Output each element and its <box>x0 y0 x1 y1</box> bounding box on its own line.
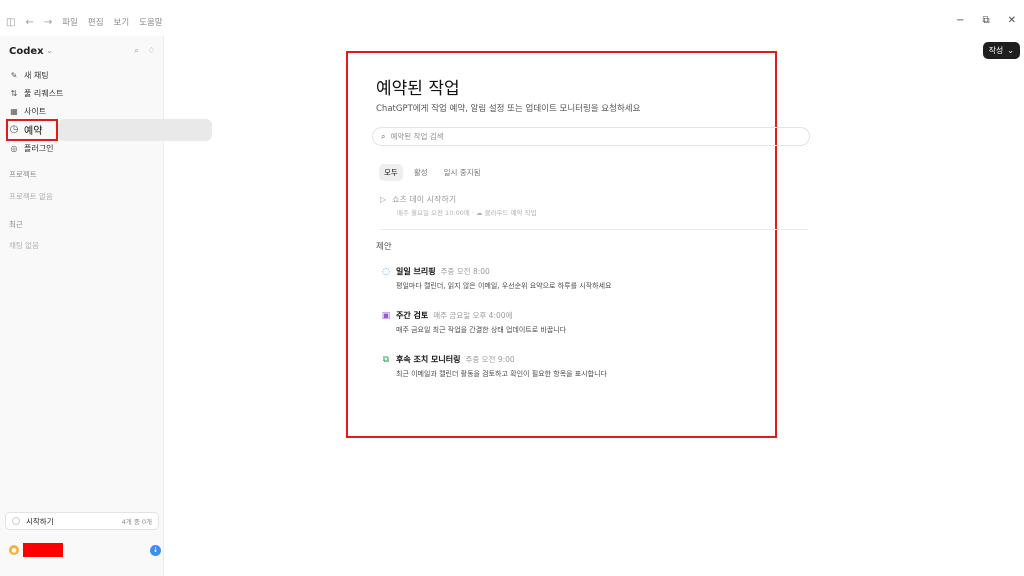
pull-request-icon: ⇅ <box>10 88 18 98</box>
forward-arrow-icon[interactable]: → <box>44 17 52 28</box>
getting-started-count: 4개 중 0개 <box>121 518 152 526</box>
sidebar: Codex ⌄ ⌕ ♢ ✎ 새 채팅 ⇅ 풀 리퀘스트 ▦ 사이트 ◷ 예약 ◎… <box>0 36 164 576</box>
search-input[interactable] <box>390 132 801 141</box>
close-icon[interactable]: ✕ <box>1008 15 1016 26</box>
page-title: 예약된 작업 <box>376 79 460 99</box>
menu-edit[interactable]: 편집 <box>88 16 104 28</box>
suggestion-item[interactable]: ◌ 일일 브리핑 주중 오전 8:00 평일마다 캘린더, 읽지 않은 이메일,… <box>381 266 801 291</box>
suggestion-description: 평일마다 캘린더, 읽지 않은 이메일, 우선순위 요약으로 하루를 시작하세요 <box>396 282 612 290</box>
filter-paused[interactable]: 일시 중지됨 <box>439 164 486 181</box>
download-icon[interactable]: ↓ <box>150 544 161 556</box>
filter-tabs: 모두 활성 일시 중지됨 <box>379 164 486 181</box>
projects-empty: 프로젝트 없음 <box>9 192 53 201</box>
suggestion-name: 후속 조치 모니터링 <box>396 355 461 364</box>
sidebar-header: Codex ⌄ ⌕ ♢ <box>9 44 155 58</box>
cloud-icon: ☁ <box>476 209 483 217</box>
annotation-box-sidebar <box>6 119 58 141</box>
projects-header: 프로젝트 <box>9 170 37 179</box>
suggestion-item[interactable]: ⧉ 후속 조치 모니터링 주중 오전 9:00 최근 이메일과 캘린더 활동을 … <box>381 354 801 379</box>
app-name[interactable]: Codex <box>9 46 44 57</box>
filter-active[interactable]: 활성 <box>409 164 433 181</box>
menu-help[interactable]: 도움말 <box>139 16 162 28</box>
title-bar: ◫ ← → 파일 편집 보기 도움말 − ⧉ ✕ <box>0 0 1024 36</box>
user-row[interactable]: ● ↓ <box>9 543 161 557</box>
getting-started-label: 시작하기 <box>26 516 54 526</box>
chevron-down-icon: ⌄ <box>1007 46 1014 55</box>
task-schedule: 매주 월요일 오전 10:00에 <box>397 209 470 217</box>
plugin-icon: ◎ <box>10 143 18 153</box>
sidebar-item-label: 플러그인 <box>24 143 54 153</box>
sidebar-item-plugins[interactable]: ◎ 플러그인 <box>9 141 54 155</box>
sidebar-item-label: 사이트 <box>24 106 47 116</box>
window-controls: − ⧉ ✕ <box>956 15 1016 26</box>
search-icon: ⌕ <box>381 131 386 141</box>
sidebar-item-label: 풀 리퀘스트 <box>24 88 64 98</box>
getting-started-button[interactable]: 시작하기 4개 중 0개 <box>5 512 159 530</box>
redacted-username <box>23 543 63 557</box>
back-arrow-icon[interactable]: ← <box>25 17 33 28</box>
compose-button[interactable]: 작성 ⌄ <box>982 42 1020 59</box>
title-bar-left: ◫ ← → 파일 편집 보기 도움말 <box>6 16 163 29</box>
suggestion-item[interactable]: ▣ 주간 검토 매주 금요일 오후 4:00에 매주 금요일 최근 작업을 간결… <box>381 310 801 335</box>
suggestion-name: 일일 브리핑 <box>396 267 436 276</box>
notification-icon[interactable]: ♢ <box>148 46 155 56</box>
progress-circle-icon <box>12 517 20 525</box>
chevron-down-icon[interactable]: ⌄ <box>47 47 53 55</box>
suggestion-schedule: 주중 오전 9:00 <box>465 355 515 364</box>
compose-label: 작성 <box>988 46 1004 55</box>
sidebar-toggle-icon[interactable]: ◫ <box>6 17 15 28</box>
scheduled-task-row[interactable]: ▷ 쇼츠 데이 시작하기 매주 월요일 오전 10:00에 · ☁ 클라우드 예… <box>380 194 808 230</box>
followup-icon: ⧉ <box>382 354 390 365</box>
suggestion-description: 최근 이메일과 캘린더 활동을 검토하고 확인이 필요한 항목을 표시합니다 <box>396 370 607 378</box>
hover-highlight <box>58 119 212 141</box>
search-bar[interactable]: ⌕ <box>372 127 810 146</box>
edit-icon: ✎ <box>10 70 18 80</box>
suggestion-schedule: 주중 오전 8:00 <box>440 267 490 276</box>
menu-file[interactable]: 파일 <box>62 16 78 28</box>
sidebar-item-label: 새 채팅 <box>24 70 49 80</box>
sidebar-item-new-chat[interactable]: ✎ 새 채팅 <box>9 68 49 82</box>
restore-icon[interactable]: ⧉ <box>982 15 989 26</box>
menu-view[interactable]: 보기 <box>114 16 130 28</box>
sidebar-item-sites[interactable]: ▦ 사이트 <box>9 104 46 118</box>
play-circle-icon: ▷ <box>380 195 387 204</box>
calendar-icon: ▣ <box>381 310 391 321</box>
sidebar-item-pull-requests[interactable]: ⇅ 풀 리퀘스트 <box>9 86 64 100</box>
suggestion-schedule: 매주 금요일 오후 4:00에 <box>433 311 513 320</box>
recent-header: 최근 <box>9 220 23 229</box>
task-separator: · <box>471 209 474 217</box>
task-type: 클라우드 예약 작업 <box>484 209 537 217</box>
minimize-icon[interactable]: − <box>956 15 964 26</box>
search-icon[interactable]: ⌕ <box>134 46 138 56</box>
suggestion-description: 매주 금요일 최근 작업을 간결한 상태 업데이트로 바꿉니다 <box>396 326 567 334</box>
suggestions-header: 제안 <box>376 242 392 252</box>
task-name: 쇼츠 데이 시작하기 <box>392 195 457 204</box>
page-subtitle: ChatGPT에게 작업 예약, 알림 설정 또는 업데이트 모니터링을 요청하… <box>376 104 641 114</box>
sites-icon: ▦ <box>10 106 18 116</box>
bell-icon: ◌ <box>382 266 390 277</box>
suggestion-name: 주간 검토 <box>396 311 429 320</box>
filter-all[interactable]: 모두 <box>379 164 403 181</box>
recent-empty: 채팅 없음 <box>9 241 39 250</box>
avatar[interactable]: ● <box>9 545 19 555</box>
